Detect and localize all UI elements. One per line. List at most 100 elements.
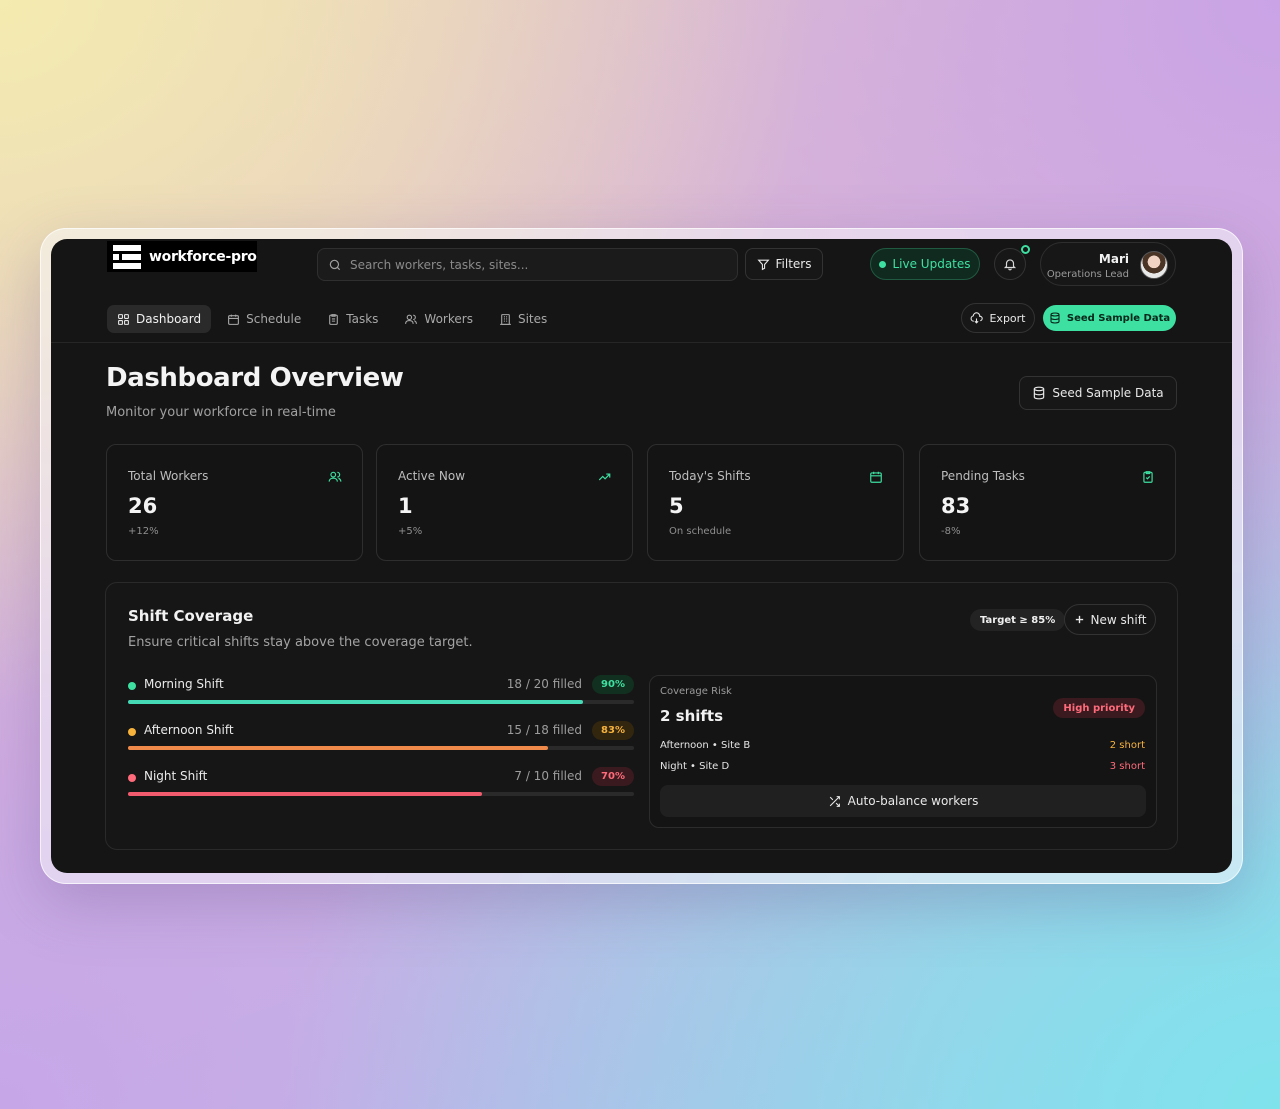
risk-row-name: Night • Site D (660, 761, 730, 772)
risk-row-name: Afternoon • Site B (660, 740, 751, 751)
progress-track (128, 792, 634, 796)
progress-fill (128, 700, 584, 704)
shift-coverage-panel: Shift Coverage Ensure critical shifts st… (105, 582, 1178, 850)
logo-mark-icon (113, 244, 141, 270)
tab-tasks[interactable]: Tasks (317, 305, 388, 333)
tab-sites[interactable]: Sites (489, 305, 557, 333)
stat-label: Active Now (398, 469, 466, 483)
risk-value: 2 shifts (660, 707, 724, 725)
plus-icon (1074, 614, 1085, 625)
search-icon (328, 258, 342, 272)
notification-dot (1021, 245, 1030, 254)
bell-icon (1003, 257, 1017, 271)
filter-icon (756, 258, 770, 271)
trending-up-icon (597, 470, 612, 484)
risk-row-short: 2 short (1109, 740, 1145, 751)
seed-label: Seed Sample Data (1066, 312, 1171, 324)
shift-filled: 18 / 20 filled (506, 677, 582, 691)
search-input[interactable] (350, 257, 710, 272)
cloud-download-icon (970, 311, 984, 325)
tab-label: Workers (424, 312, 473, 326)
stat-card-pending-tasks[interactable]: Pending Tasks 83 -8% (919, 444, 1176, 561)
search-box[interactable] (317, 248, 738, 281)
logo-text: workforce-pro (149, 248, 257, 265)
stat-value: 83 (941, 494, 971, 518)
export-label: Export (989, 311, 1026, 325)
tab-label: Schedule (246, 312, 302, 326)
database-icon (1049, 312, 1061, 324)
stat-value: 5 (669, 494, 684, 518)
users-icon (404, 313, 418, 326)
shift-percent-badge: 70% (592, 767, 634, 786)
auto-balance-button[interactable]: Auto-balance workers (660, 785, 1146, 817)
stat-value: 26 (128, 494, 158, 518)
stat-label: Today's Shifts (669, 469, 751, 483)
new-shift-label: New shift (1090, 612, 1147, 627)
shift-percent-badge: 83% (592, 721, 634, 740)
stat-sub: +5% (398, 526, 423, 537)
header-divider (51, 342, 1232, 343)
shift-filled: 15 / 18 filled (506, 723, 582, 737)
live-updates-toggle[interactable]: Live Updates (870, 248, 980, 280)
user-menu[interactable]: Mari Operations Lead (1040, 242, 1176, 286)
shift-percent-badge: 90% (592, 675, 634, 694)
clipboard-check-icon (1141, 470, 1155, 484)
tab-label: Tasks (346, 312, 379, 326)
calendar-icon (869, 470, 883, 484)
shift-coverage-title: Shift Coverage (128, 607, 254, 625)
shift-name: Afternoon Shift (144, 723, 234, 737)
tab-label: Sites (517, 312, 548, 326)
grid-icon (117, 313, 130, 326)
user-role: Operations Lead (1046, 269, 1129, 280)
status-dot (128, 774, 136, 782)
seed-label: Seed Sample Data (1052, 386, 1164, 400)
shift-row-afternoon[interactable]: Afternoon Shift 15 / 18 filled 83% (128, 721, 634, 753)
progress-fill (128, 792, 483, 796)
page-subtitle: Monitor your workforce in real-time (106, 405, 336, 420)
progress-track (128, 700, 634, 704)
app-window: workforce-pro Filters Live Updates Mari … (51, 239, 1232, 873)
page-title: Dashboard Overview (106, 363, 404, 393)
priority-badge: High priority (1053, 698, 1145, 718)
seed-sample-data-secondary-button[interactable]: Seed Sample Data (1019, 376, 1177, 410)
shuffle-icon (828, 795, 841, 808)
stat-sub: -8% (941, 526, 961, 537)
user-name: Mari (1098, 252, 1129, 266)
tab-label: Dashboard (136, 312, 202, 326)
shift-name: Night Shift (144, 769, 208, 783)
clipboard-icon (327, 313, 340, 326)
seed-sample-data-button[interactable]: Seed Sample Data (1043, 305, 1176, 331)
database-icon (1032, 386, 1046, 400)
risk-row-short: 3 short (1109, 761, 1145, 772)
shift-filled: 7 / 10 filled (514, 769, 582, 783)
tab-dashboard[interactable]: Dashboard (107, 305, 212, 333)
export-button[interactable]: Export (961, 303, 1035, 333)
stat-card-active-now[interactable]: Active Now 1 +5% (376, 444, 633, 561)
stat-card-todays-shifts[interactable]: Today's Shifts 5 On schedule (647, 444, 904, 561)
target-badge: Target ≥ 85% (970, 609, 1066, 631)
shift-row-night[interactable]: Night Shift 7 / 10 filled 70% (128, 767, 634, 799)
stat-label: Total Workers (128, 469, 209, 483)
shift-row-morning[interactable]: Morning Shift 18 / 20 filled 90% (128, 675, 634, 707)
stat-card-total-workers[interactable]: Total Workers 26 +12% (106, 444, 363, 561)
building-icon (499, 313, 512, 326)
shift-coverage-subtitle: Ensure critical shifts stay above the co… (128, 635, 473, 650)
status-dot (128, 682, 136, 690)
live-dot-icon (879, 260, 887, 268)
tab-workers[interactable]: Workers (394, 305, 483, 333)
progress-fill (128, 746, 548, 750)
avatar[interactable] (1140, 251, 1168, 279)
progress-track (128, 746, 634, 750)
stat-sub: +12% (128, 526, 159, 537)
new-shift-button[interactable]: New shift (1064, 604, 1156, 635)
filters-label: Filters (775, 257, 812, 271)
calendar-icon (227, 313, 240, 326)
stat-sub: On schedule (669, 526, 732, 537)
logo[interactable]: workforce-pro (107, 241, 257, 272)
tab-schedule[interactable]: Schedule (217, 305, 311, 333)
live-updates-label: Live Updates (892, 257, 971, 271)
main-nav: Dashboard Schedule Tasks Workers Sites (107, 305, 557, 333)
coverage-risk-panel: Coverage Risk 2 shifts High priority Aft… (649, 675, 1157, 828)
notifications-button[interactable] (994, 245, 1030, 280)
filters-button[interactable]: Filters (745, 248, 823, 280)
